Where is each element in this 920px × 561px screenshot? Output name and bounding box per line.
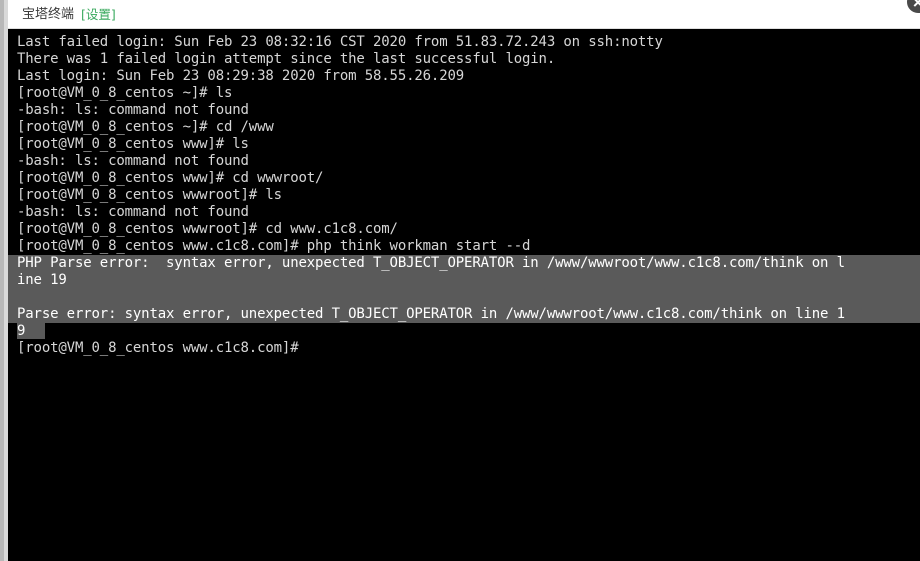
- settings-link[interactable]: [设置]: [81, 0, 116, 29]
- terminal-line: There was 1 failed login attempt since t…: [17, 51, 920, 68]
- terminal-line-text: [root@VM_0_8_centos www]# cd wwwroot/: [17, 170, 324, 186]
- terminal-line-text: ine 19: [17, 272, 67, 288]
- terminal-line: -bash: ls: command not found: [17, 153, 920, 170]
- terminal-line-text: 9: [17, 323, 46, 339]
- terminal-line: PHP Parse error: syntax error, unexpecte…: [8, 255, 920, 272]
- terminal-window: 宝塔终端 [设置] Last failed login: Sun Feb 23 …: [0, 0, 920, 561]
- terminal-line: ine 19: [8, 272, 920, 289]
- terminal-line: [root@VM_0_8_centos www]# ls: [17, 136, 920, 153]
- terminal-line: [8, 289, 920, 306]
- terminal-line: [root@VM_0_8_centos wwwroot]# cd www.c1c…: [17, 221, 920, 238]
- terminal-line: 9: [17, 323, 920, 340]
- terminal-line-list: Last failed login: Sun Feb 23 08:32:16 C…: [8, 34, 920, 357]
- terminal-line-text: [root@VM_0_8_centos wwwroot]# cd www.c1c…: [17, 221, 398, 237]
- terminal-line: [root@VM_0_8_centos www.c1c8.com]# php t…: [17, 238, 920, 255]
- terminal-line-text: Parse error: syntax error, unexpected T_…: [17, 306, 845, 322]
- terminal-line: -bash: ls: command not found: [17, 102, 920, 119]
- terminal-line-text: -bash: ls: command not found: [17, 102, 249, 118]
- terminal-line: [root@VM_0_8_centos www.c1c8.com]#: [17, 340, 920, 357]
- terminal-line-text: [root@VM_0_8_centos www.c1c8.com]#: [17, 340, 307, 356]
- terminal-line: [root@VM_0_8_centos ~]# ls: [17, 85, 920, 102]
- terminal-line: Parse error: syntax error, unexpected T_…: [8, 306, 920, 323]
- terminal-line-text: Last failed login: Sun Feb 23 08:32:16 C…: [17, 34, 663, 50]
- terminal-scrollbar[interactable]: [915, 29, 920, 561]
- terminal-line-text: [root@VM_0_8_centos www.c1c8.com]# php t…: [17, 238, 531, 254]
- terminal-output-area[interactable]: Last failed login: Sun Feb 23 08:32:16 C…: [8, 29, 920, 561]
- window-header: 宝塔终端 [设置]: [8, 0, 920, 29]
- header-title-group: 宝塔终端 [设置]: [22, 0, 116, 29]
- terminal-line-text: [root@VM_0_8_centos wwwroot]# ls: [17, 187, 282, 203]
- terminal-line: [root@VM_0_8_centos wwwroot]# ls: [17, 187, 920, 204]
- terminal-line-text: [root@VM_0_8_centos www]# ls: [17, 136, 249, 152]
- terminal-line: [root@VM_0_8_centos www]# cd wwwroot/: [17, 170, 920, 187]
- terminal-line-text: -bash: ls: command not found: [17, 153, 249, 169]
- window-left-rail-inner: [0, 0, 4, 561]
- terminal-line-text: PHP Parse error: syntax error, unexpecte…: [17, 255, 845, 271]
- terminal-line: [root@VM_0_8_centos ~]# cd /www: [17, 119, 920, 136]
- terminal-line: -bash: ls: command not found: [17, 204, 920, 221]
- window-left-rail: [0, 0, 8, 561]
- close-icon[interactable]: [905, 0, 920, 15]
- terminal-line: Last login: Sun Feb 23 08:29:38 2020 fro…: [17, 68, 920, 85]
- terminal-line-text: [root@VM_0_8_centos ~]# ls: [17, 85, 233, 101]
- terminal-line-text: Last login: Sun Feb 23 08:29:38 2020 fro…: [17, 68, 465, 84]
- terminal-line-text: [root@VM_0_8_centos ~]# cd /www: [17, 119, 274, 135]
- terminal-line-text: -bash: ls: command not found: [17, 204, 249, 220]
- page-title: 宝塔终端: [22, 7, 75, 22]
- terminal-line: Last failed login: Sun Feb 23 08:32:16 C…: [17, 34, 920, 51]
- terminal-line-text: There was 1 failed login attempt since t…: [17, 51, 556, 67]
